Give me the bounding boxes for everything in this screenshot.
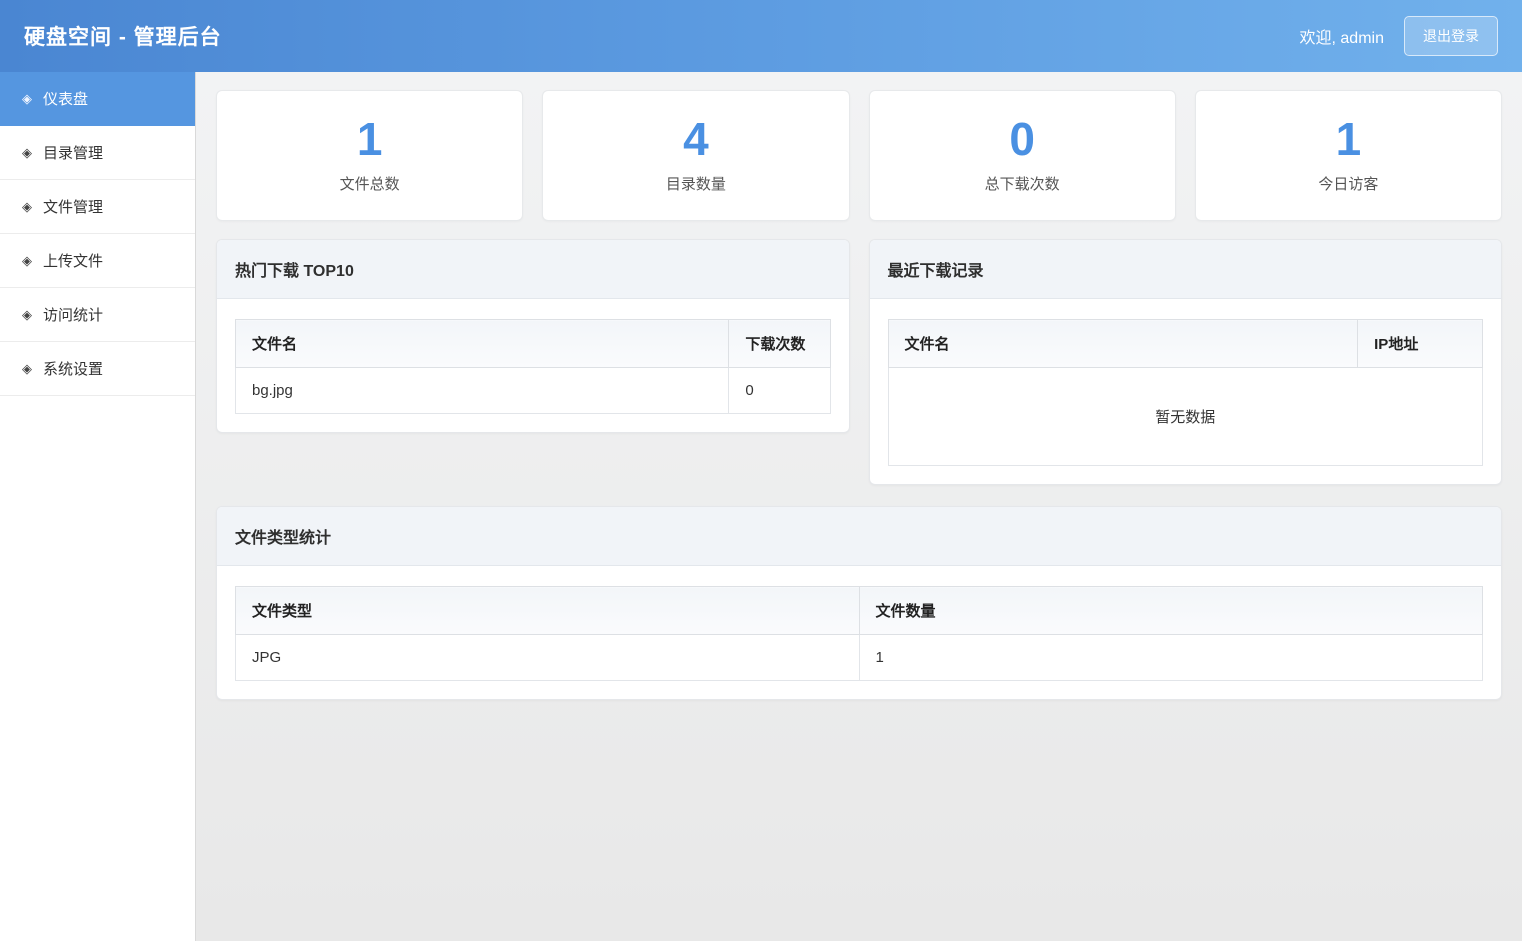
sidebar-item-file-management[interactable]: ◈ 文件管理 bbox=[0, 180, 195, 234]
sidebar-item-label: 系统设置 bbox=[43, 361, 104, 378]
column-header-filename: 文件名 bbox=[887, 319, 1359, 368]
column-header-download-count: 下载次数 bbox=[728, 319, 831, 368]
panel-body: 文件名 下载次数 bg.jpg 0 bbox=[217, 299, 849, 432]
main-layout: ◈ 仪表盘 ◈ 目录管理 ◈ 文件管理 ◈ 上传文件 ◈ 访问统计 ◈ 系统设置… bbox=[0, 72, 1522, 941]
diamond-icon: ◈ bbox=[22, 144, 32, 160]
stat-value: 1 bbox=[1335, 113, 1362, 165]
panels-row: 热门下载 TOP10 文件名 下载次数 bg.jpg 0 最近下载记录 文件名 … bbox=[216, 239, 1502, 485]
stat-value: 0 bbox=[1009, 113, 1035, 165]
stat-card-today-visitors: 1 今日访客 bbox=[1194, 90, 1502, 221]
diamond-icon: ◈ bbox=[22, 252, 32, 268]
cell-file-count: 1 bbox=[858, 634, 1483, 681]
sidebar-item-system-settings[interactable]: ◈ 系统设置 bbox=[0, 342, 195, 396]
top-header-bar: 硬盘空间 - 管理后台 欢迎, admin 退出登录 bbox=[0, 0, 1522, 72]
hot-downloads-table: 文件名 下载次数 bg.jpg 0 bbox=[234, 319, 831, 414]
stat-label: 今日访客 bbox=[1318, 176, 1379, 193]
diamond-icon: ◈ bbox=[22, 198, 32, 214]
panel-body: 文件名 IP地址 暂无数据 bbox=[870, 299, 1502, 484]
table-row: JPG 1 bbox=[235, 634, 1483, 681]
sidebar-item-label: 访问统计 bbox=[43, 307, 104, 324]
cell-file-type: JPG bbox=[235, 634, 860, 681]
welcome-user-text: 欢迎, admin bbox=[1299, 30, 1384, 47]
stat-card-total-downloads: 0 总下载次数 bbox=[868, 90, 1176, 221]
stat-card-total-files: 1 文件总数 bbox=[216, 90, 524, 221]
column-header-file-count: 文件数量 bbox=[858, 586, 1483, 635]
header-right-group: 欢迎, admin 退出登录 bbox=[1300, 16, 1498, 56]
stats-row: 1 文件总数 4 目录数量 0 总下载次数 1 今日访客 bbox=[216, 90, 1502, 221]
table-row: bg.jpg 0 bbox=[234, 367, 831, 414]
table-header-row: 文件类型 文件数量 bbox=[235, 586, 1483, 635]
column-header-ip-address: IP地址 bbox=[1357, 319, 1483, 368]
sidebar-item-dashboard[interactable]: ◈ 仪表盘 bbox=[0, 72, 195, 126]
stat-value: 1 bbox=[356, 113, 383, 165]
app-title: 硬盘空间 - 管理后台 bbox=[24, 26, 222, 49]
diamond-icon: ◈ bbox=[22, 306, 32, 322]
sidebar-nav: ◈ 仪表盘 ◈ 目录管理 ◈ 文件管理 ◈ 上传文件 ◈ 访问统计 ◈ 系统设置 bbox=[0, 72, 196, 941]
logout-button[interactable]: 退出登录 bbox=[1404, 16, 1498, 56]
column-header-file-type: 文件类型 bbox=[235, 586, 860, 635]
empty-state-text: 暂无数据 bbox=[887, 367, 1483, 466]
sidebar-item-upload-file[interactable]: ◈ 上传文件 bbox=[0, 234, 195, 288]
panel-title: 最近下载记录 bbox=[869, 240, 1501, 299]
file-types-table: 文件类型 文件数量 JPG 1 bbox=[235, 586, 1483, 681]
sidebar-item-label: 文件管理 bbox=[43, 199, 104, 216]
column-header-filename: 文件名 bbox=[234, 319, 730, 368]
sidebar-item-label: 上传文件 bbox=[43, 253, 104, 270]
empty-state-row: 暂无数据 bbox=[887, 367, 1483, 466]
sidebar-item-label: 仪表盘 bbox=[43, 91, 89, 108]
cell-filename: bg.jpg bbox=[234, 367, 730, 414]
stat-label: 文件总数 bbox=[339, 176, 400, 193]
stat-card-directory-count: 4 目录数量 bbox=[542, 90, 850, 221]
sidebar-item-visit-stats[interactable]: ◈ 访问统计 bbox=[0, 288, 195, 342]
diamond-icon: ◈ bbox=[22, 360, 32, 376]
main-content: 1 文件总数 4 目录数量 0 总下载次数 1 今日访客 热门下载 TOP10 bbox=[196, 72, 1522, 941]
sidebar-item-label: 目录管理 bbox=[43, 145, 104, 162]
cell-download-count: 0 bbox=[728, 367, 831, 414]
sidebar-item-directory-management[interactable]: ◈ 目录管理 bbox=[0, 126, 195, 180]
stat-value: 4 bbox=[683, 113, 709, 165]
stat-label: 总下载次数 bbox=[984, 176, 1060, 193]
panel-recent-downloads: 最近下载记录 文件名 IP地址 暂无数据 bbox=[868, 239, 1502, 485]
diamond-icon: ◈ bbox=[22, 90, 32, 106]
stat-label: 目录数量 bbox=[665, 176, 726, 193]
panel-title: 文件类型统计 bbox=[217, 507, 1501, 566]
table-header-row: 文件名 下载次数 bbox=[234, 319, 831, 368]
panel-title: 热门下载 TOP10 bbox=[217, 240, 849, 299]
panel-hot-downloads: 热门下载 TOP10 文件名 下载次数 bg.jpg 0 bbox=[216, 239, 850, 433]
panel-body: 文件类型 文件数量 JPG 1 bbox=[217, 566, 1501, 699]
panel-file-type-stats: 文件类型统计 文件类型 文件数量 JPG 1 bbox=[216, 506, 1502, 700]
recent-downloads-table: 文件名 IP地址 暂无数据 bbox=[887, 319, 1484, 466]
table-header-row: 文件名 IP地址 bbox=[887, 319, 1483, 368]
